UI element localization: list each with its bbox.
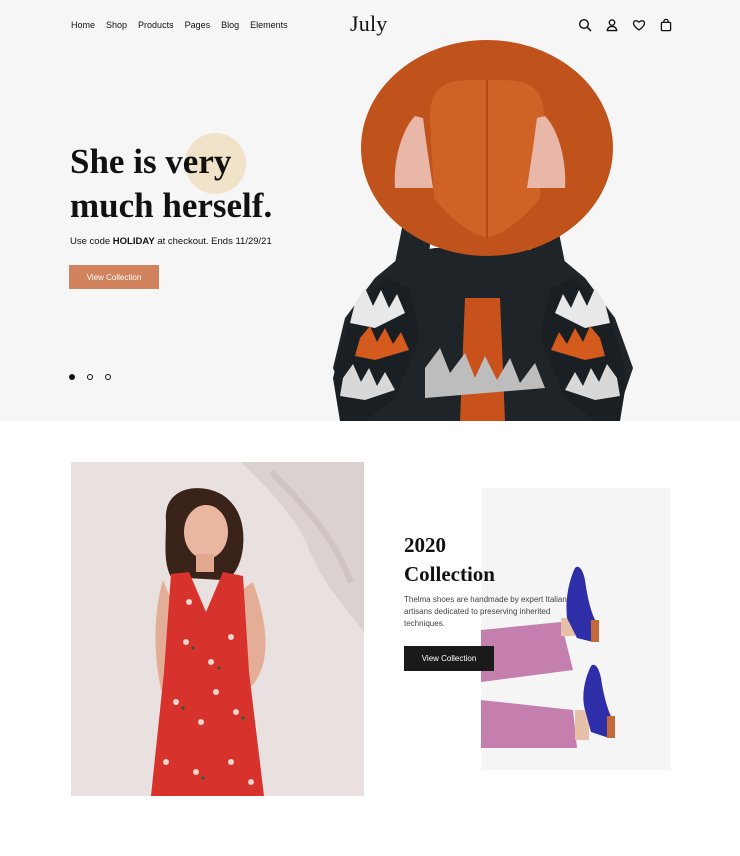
shoes-product-image [481, 566, 615, 748]
nav-item-elements[interactable]: Elements [250, 19, 288, 31]
collection-title-word: Collection [404, 562, 495, 586]
heart-icon[interactable] [632, 18, 646, 32]
model-red-dress-image [71, 462, 364, 796]
hero-subtitle: Use code HOLIDAY at checkout. Ends 11/29… [70, 236, 272, 247]
slider-dots [69, 374, 111, 380]
slider-dot-3[interactable] [105, 374, 111, 380]
collection-title-year: 2020 [404, 533, 446, 557]
collection-description: Thelma shoes are handmade by expert Ital… [404, 595, 567, 628]
promo-prefix: Use code [70, 236, 111, 247]
slider-dot-1[interactable] [69, 374, 75, 380]
promo-suffix: at checkout. Ends 11/29/21 [157, 236, 272, 247]
slider-dot-2[interactable] [87, 374, 93, 380]
nav-item-shop[interactable]: Shop [106, 19, 127, 31]
main-nav: Home Shop Products Pages Blog Elements [71, 19, 299, 31]
collection-title: 2020 Collection [404, 531, 495, 589]
bag-icon[interactable] [659, 18, 673, 32]
promo-code: HOLIDAY [112, 236, 155, 247]
brand-logo[interactable]: July [350, 11, 387, 37]
nav-item-home[interactable]: Home [71, 19, 95, 31]
hero-view-collection-button[interactable]: View Collection [69, 265, 159, 289]
header-actions [578, 18, 673, 32]
collection-view-button[interactable]: View Collection [404, 646, 494, 671]
nav-item-products[interactable]: Products [138, 19, 174, 31]
hero-section: Home Shop Products Pages Blog Elements J… [0, 0, 740, 421]
search-icon[interactable] [578, 18, 592, 32]
user-icon[interactable] [605, 18, 619, 32]
nav-item-blog[interactable]: Blog [221, 19, 239, 31]
hero-model-image [333, 40, 633, 421]
nav-item-pages[interactable]: Pages [185, 19, 211, 31]
